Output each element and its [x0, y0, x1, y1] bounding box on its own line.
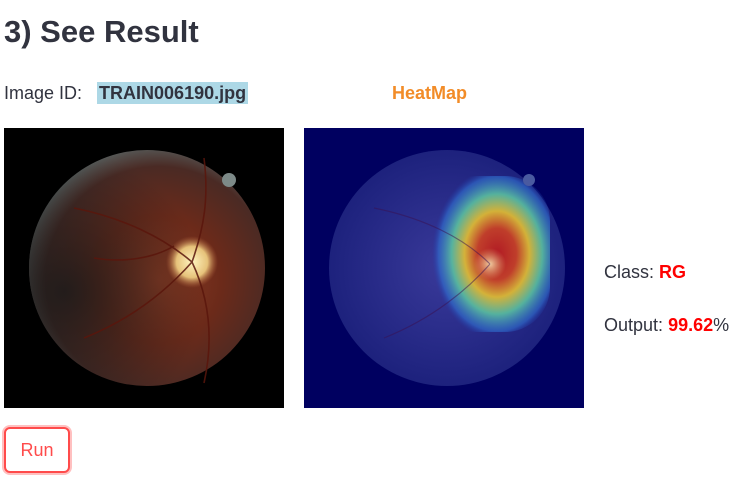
image-id-label: Image ID:: [4, 83, 83, 103]
class-label: Class:: [604, 262, 655, 282]
output-unit: %: [713, 315, 730, 335]
fundus-image-graphic: [29, 150, 265, 386]
fundus-image: [4, 128, 284, 408]
output-label: Output:: [604, 315, 664, 335]
section-title: 3) See Result: [4, 14, 199, 49]
image-id-value: TRAIN006190.jpg: [97, 82, 249, 104]
output-result: Output: 99.62%: [604, 312, 729, 338]
heatmap-image: [304, 128, 584, 408]
heatmap-label: HeatMap: [392, 83, 468, 103]
heatmap-image-graphic: [329, 150, 565, 386]
image-id-row: Image ID: TRAIN006190.jpg: [4, 80, 249, 106]
class-value: RG: [659, 262, 687, 282]
output-value: 99.62: [668, 315, 714, 335]
run-button[interactable]: Run: [4, 427, 70, 473]
class-result: Class: RG: [604, 259, 686, 285]
